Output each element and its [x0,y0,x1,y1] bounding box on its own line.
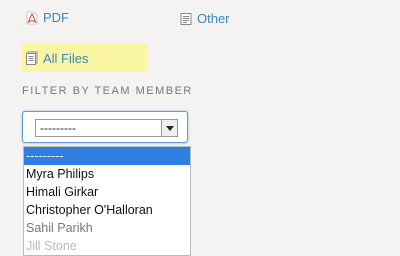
pdf-icon [25,11,39,25]
select-value: --------- [40,121,76,135]
pdf-link-label: PDF [43,10,69,25]
dropdown-option[interactable]: --------- [24,147,190,165]
dropdown-option[interactable]: Myra Philips [24,165,190,183]
dropdown-option[interactable]: Sahil Parikh [24,219,190,237]
all-files-link-label: All Files [43,50,89,66]
dropdown-option[interactable]: Jill Stone [24,237,190,255]
team-member-select-wrapper[interactable]: --------- [22,111,188,143]
chevron-down-icon[interactable] [161,120,177,136]
all-files-filter-link[interactable]: All Files [22,44,147,72]
team-member-select[interactable]: --------- [35,119,178,137]
files-icon [25,51,39,65]
filter-heading: FILTER BY TEAM MEMBER [22,85,193,97]
other-filter-link[interactable]: Other [179,11,230,26]
document-icon [179,12,193,26]
dropdown-option[interactable]: Himali Girkar [24,183,190,201]
team-member-dropdown-list: --------- Myra Philips Himali Girkar Chr… [23,146,191,256]
other-link-label: Other [197,11,230,26]
pdf-filter-link[interactable]: PDF [25,10,69,25]
dropdown-option[interactable]: Christopher O'Halloran [24,201,190,219]
